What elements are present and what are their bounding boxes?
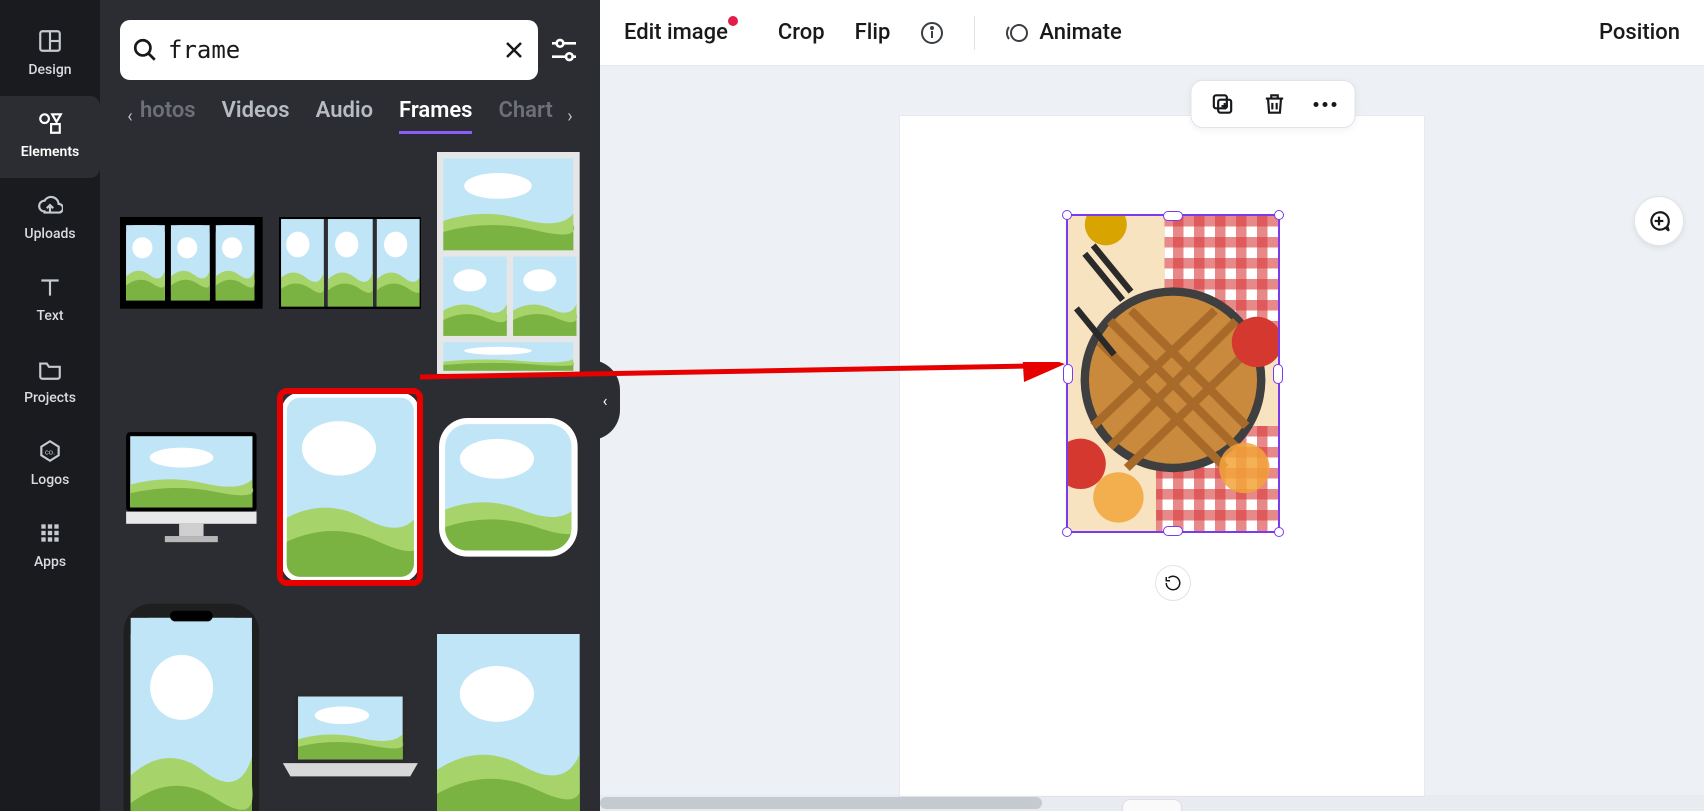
nav-label: Uploads	[24, 226, 75, 242]
animate-button[interactable]: Animate	[1005, 20, 1121, 45]
info-icon[interactable]	[920, 21, 944, 45]
search-box[interactable]	[120, 20, 538, 80]
filters-icon[interactable]	[548, 34, 580, 66]
selected-image[interactable]	[1068, 216, 1278, 531]
search-input[interactable]	[158, 36, 502, 64]
nav-label: Text	[36, 308, 63, 324]
apps-grid-icon	[37, 520, 63, 546]
folder-icon	[37, 356, 63, 382]
frames-grid	[120, 152, 580, 811]
toolbar-divider	[974, 16, 975, 50]
animate-icon	[1005, 21, 1029, 45]
selection-context-menu	[1191, 80, 1356, 128]
flip-button[interactable]: Flip	[855, 20, 891, 45]
layout-icon	[37, 28, 63, 54]
trash-icon[interactable]	[1262, 91, 1288, 117]
duplicate-icon[interactable]	[1210, 91, 1236, 117]
nav-label: Apps	[34, 554, 66, 570]
frame-item-rounded-portrait[interactable]	[279, 390, 422, 585]
nav-label: Elements	[21, 144, 79, 160]
nav-label: Logos	[31, 472, 70, 488]
design-page[interactable]	[900, 116, 1424, 796]
context-toolbar: Edit image Crop Flip Animate Position	[600, 0, 1704, 66]
resize-handle-bottom[interactable]	[1163, 526, 1183, 536]
nav-text[interactable]: Text	[0, 260, 100, 342]
editor-area: Edit image Crop Flip Animate Position	[600, 0, 1704, 811]
nav-uploads[interactable]: Uploads	[0, 178, 100, 260]
svg-text:co.: co.	[45, 447, 55, 456]
tab-videos[interactable]: Videos	[222, 98, 290, 134]
tab-frames[interactable]: Frames	[399, 98, 472, 134]
tab-photos[interactable]: hotos	[140, 98, 196, 134]
frame-item-smartphone[interactable]	[120, 600, 263, 811]
horizontal-scrollbar[interactable]	[600, 795, 1704, 811]
resize-handle-tr[interactable]	[1274, 210, 1284, 220]
elements-panel: ‹ hotos Videos Audio Frames Chart ›	[100, 0, 600, 811]
frame-item-portrait[interactable]	[437, 600, 580, 811]
app-root: Design Elements Uploads Text Projects co…	[0, 0, 1704, 811]
text-icon	[37, 274, 63, 300]
logo-icon: co.	[37, 438, 63, 464]
resize-handle-right[interactable]	[1273, 364, 1283, 384]
shapes-icon	[37, 110, 63, 136]
search-icon	[132, 37, 158, 63]
resize-handle-bl[interactable]	[1062, 527, 1072, 537]
add-comment-button[interactable]	[1634, 196, 1684, 246]
crop-button[interactable]: Crop	[778, 20, 825, 45]
more-icon[interactable]	[1314, 102, 1337, 107]
resize-handle-tl[interactable]	[1062, 210, 1072, 220]
category-tabs: ‹ hotos Videos Audio Frames Chart ›	[120, 98, 580, 134]
nav-elements[interactable]: Elements	[0, 96, 100, 178]
frame-item-rounded-square[interactable]	[437, 390, 580, 585]
tab-audio[interactable]: Audio	[316, 98, 373, 134]
resize-handle-left[interactable]	[1063, 364, 1073, 384]
position-button[interactable]: Position	[1599, 20, 1680, 45]
tabs-scroll-left[interactable]: ‹	[120, 106, 140, 127]
cloud-upload-icon	[37, 192, 63, 218]
nav-logos[interactable]: co. Logos	[0, 424, 100, 506]
frame-item-laptop[interactable]	[279, 600, 422, 811]
tabs-scroll-right[interactable]: ›	[560, 106, 580, 127]
animate-label: Animate	[1039, 20, 1121, 45]
edit-image-button[interactable]: Edit image	[624, 20, 748, 45]
edit-image-label: Edit image	[624, 20, 728, 45]
nav-apps[interactable]: Apps	[0, 506, 100, 588]
frame-item-monitor[interactable]	[120, 390, 263, 585]
resize-handle-br[interactable]	[1274, 527, 1284, 537]
frame-item-collage[interactable]	[437, 152, 580, 374]
rotate-handle[interactable]	[1155, 565, 1191, 601]
frame-item-threepanel[interactable]	[279, 152, 422, 374]
clear-icon[interactable]	[502, 38, 526, 62]
left-nav: Design Elements Uploads Text Projects co…	[0, 0, 100, 811]
resize-handle-top[interactable]	[1163, 211, 1183, 221]
page-controls	[1408, 84, 1444, 103]
notification-dot-icon	[728, 16, 738, 26]
nav-label: Design	[28, 62, 71, 78]
tab-charts[interactable]: Chart	[498, 98, 552, 134]
frame-item-filmstrip[interactable]	[120, 152, 263, 374]
canvas[interactable]	[600, 66, 1704, 811]
nav-design[interactable]: Design	[0, 14, 100, 96]
nav-label: Projects	[24, 390, 76, 406]
nav-projects[interactable]: Projects	[0, 342, 100, 424]
